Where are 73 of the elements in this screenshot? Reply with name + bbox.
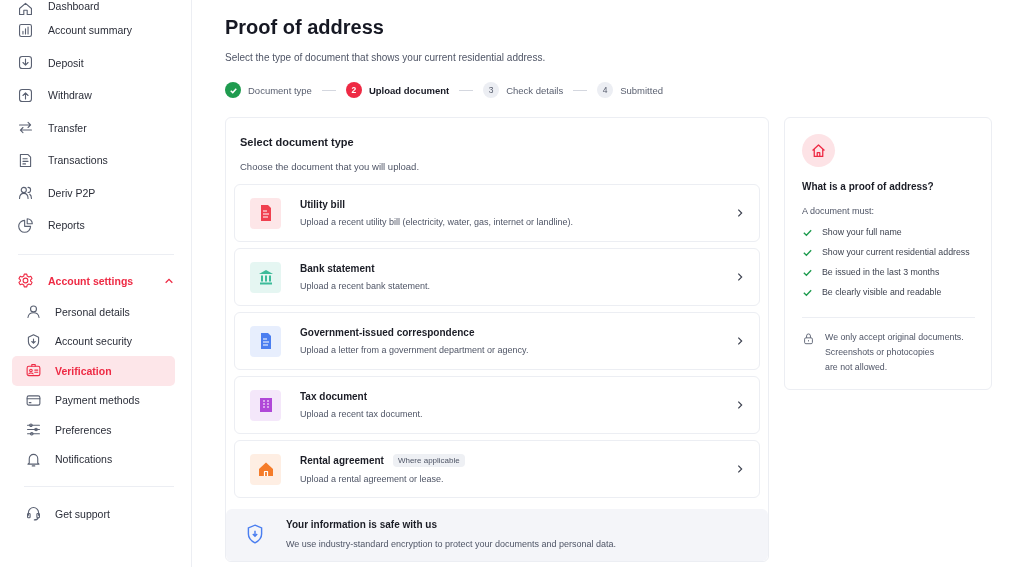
lock-icon <box>802 332 815 345</box>
chevron-icon <box>735 272 745 282</box>
step-label: Upload document <box>368 84 450 96</box>
option-description: Upload a recent bank statement. <box>300 281 432 291</box>
nav-icon <box>17 54 34 72</box>
nav-item[interactable]: Account summary <box>12 14 191 47</box>
nav-icon <box>17 21 34 39</box>
option-title: Government-issued correspondence <box>300 327 475 338</box>
requirement-text: Show your full name <box>822 227 902 237</box>
nav-icon <box>17 216 34 234</box>
chevron-icon <box>735 336 745 346</box>
nav-item[interactable]: Reports <box>12 209 191 242</box>
card-title: Select document type <box>240 136 355 148</box>
nav-icon <box>17 184 34 202</box>
step-label: Submitted <box>620 84 663 96</box>
step-label: Check details <box>506 84 564 96</box>
option-description: Upload a recent tax document. <box>300 409 424 419</box>
nav-item[interactable]: Deriv P2P <box>12 176 191 209</box>
option-title: Rental agreement <box>300 455 384 466</box>
document-option[interactable]: Utility bill Upload a recent utility bill (electricity, water, gas, internet or landline). <box>234 184 760 242</box>
card-subtitle: Choose the document that you will upload. <box>240 161 421 172</box>
nav-item[interactable]: Transactions <box>12 144 191 177</box>
page-subtitle: Select the type of document that shows your current residential address. <box>225 52 547 63</box>
headset-icon <box>25 505 42 523</box>
settings-item[interactable]: Account security <box>12 326 175 356</box>
requirement-text: Be clearly visible and readable <box>822 287 942 297</box>
document-option[interactable]: Bank statement Upload a recent bank statement. <box>234 248 760 306</box>
nav-icon <box>17 86 34 104</box>
settings-item[interactable]: Payment methods <box>12 385 175 415</box>
nav-item[interactable]: Transfer <box>12 111 191 144</box>
nav-icon <box>17 151 34 169</box>
settings-item-icon <box>25 303 42 321</box>
page-title: Proof of address <box>225 16 385 39</box>
chevron-icon <box>735 400 745 410</box>
step-label: Document type <box>248 84 312 96</box>
settings-icon <box>17 272 34 290</box>
nav-item[interactable]: Deposit <box>12 46 191 79</box>
document-option[interactable]: Rental agreement Where applicable Upload a rental agreement or lease. <box>234 440 760 498</box>
option-title: Utility bill <box>300 199 345 210</box>
info-intro: A document must: <box>802 206 876 216</box>
account-settings-toggle[interactable]: Account settings <box>12 264 174 297</box>
settings-item-icon <box>25 332 42 350</box>
option-tag: Where applicable <box>392 454 465 467</box>
info-title: What is a proof of address? <box>802 181 935 192</box>
step-number: 2 <box>345 82 362 98</box>
chevron-icon <box>735 208 745 218</box>
step-number: 4 <box>597 82 614 98</box>
settings-item[interactable]: Notifications <box>12 444 175 474</box>
note-text: Screenshots or photocopies <box>825 347 936 357</box>
settings-item[interactable]: Personal details <box>12 297 175 327</box>
settings-item[interactable]: Verification <box>12 356 175 386</box>
option-description: Upload a recent utility bill (electricity, water, gas, internet or landline). <box>300 217 574 227</box>
nav-item[interactable]: Withdraw <box>12 79 191 112</box>
settings-item-icon <box>25 421 42 439</box>
requirement-text: Show your current residential address <box>822 247 970 257</box>
requirement-text: Be issued in the last 3 months <box>822 267 940 277</box>
option-title: Tax document <box>300 391 368 402</box>
note-text: We only accept original documents. <box>825 332 964 342</box>
option-title: Bank statement <box>300 263 375 274</box>
house-icon <box>802 134 835 167</box>
document-option[interactable]: Government-issued correspondence Upload a letter from a government department or agency. <box>234 312 760 370</box>
step-number: 3 <box>483 82 500 98</box>
document-option[interactable]: Tax document Upload a recent tax document. <box>234 376 760 434</box>
notice-title: Your information is safe with us <box>286 519 438 530</box>
option-description: Upload a rental agreement or lease. <box>300 474 445 484</box>
option-description: Upload a letter from a government department or agency. <box>300 345 530 355</box>
note-text: are not allowed. <box>825 362 889 372</box>
nav-item[interactable]: Dashboard <box>12 0 191 14</box>
nav-icon <box>17 0 34 17</box>
notice-text: We use industry-standard encryption to protect your documents and personal data. <box>286 539 617 549</box>
chevron-icon <box>735 464 745 474</box>
get-support-link[interactable]: Get support <box>12 499 175 529</box>
settings-item[interactable]: Preferences <box>12 415 175 445</box>
